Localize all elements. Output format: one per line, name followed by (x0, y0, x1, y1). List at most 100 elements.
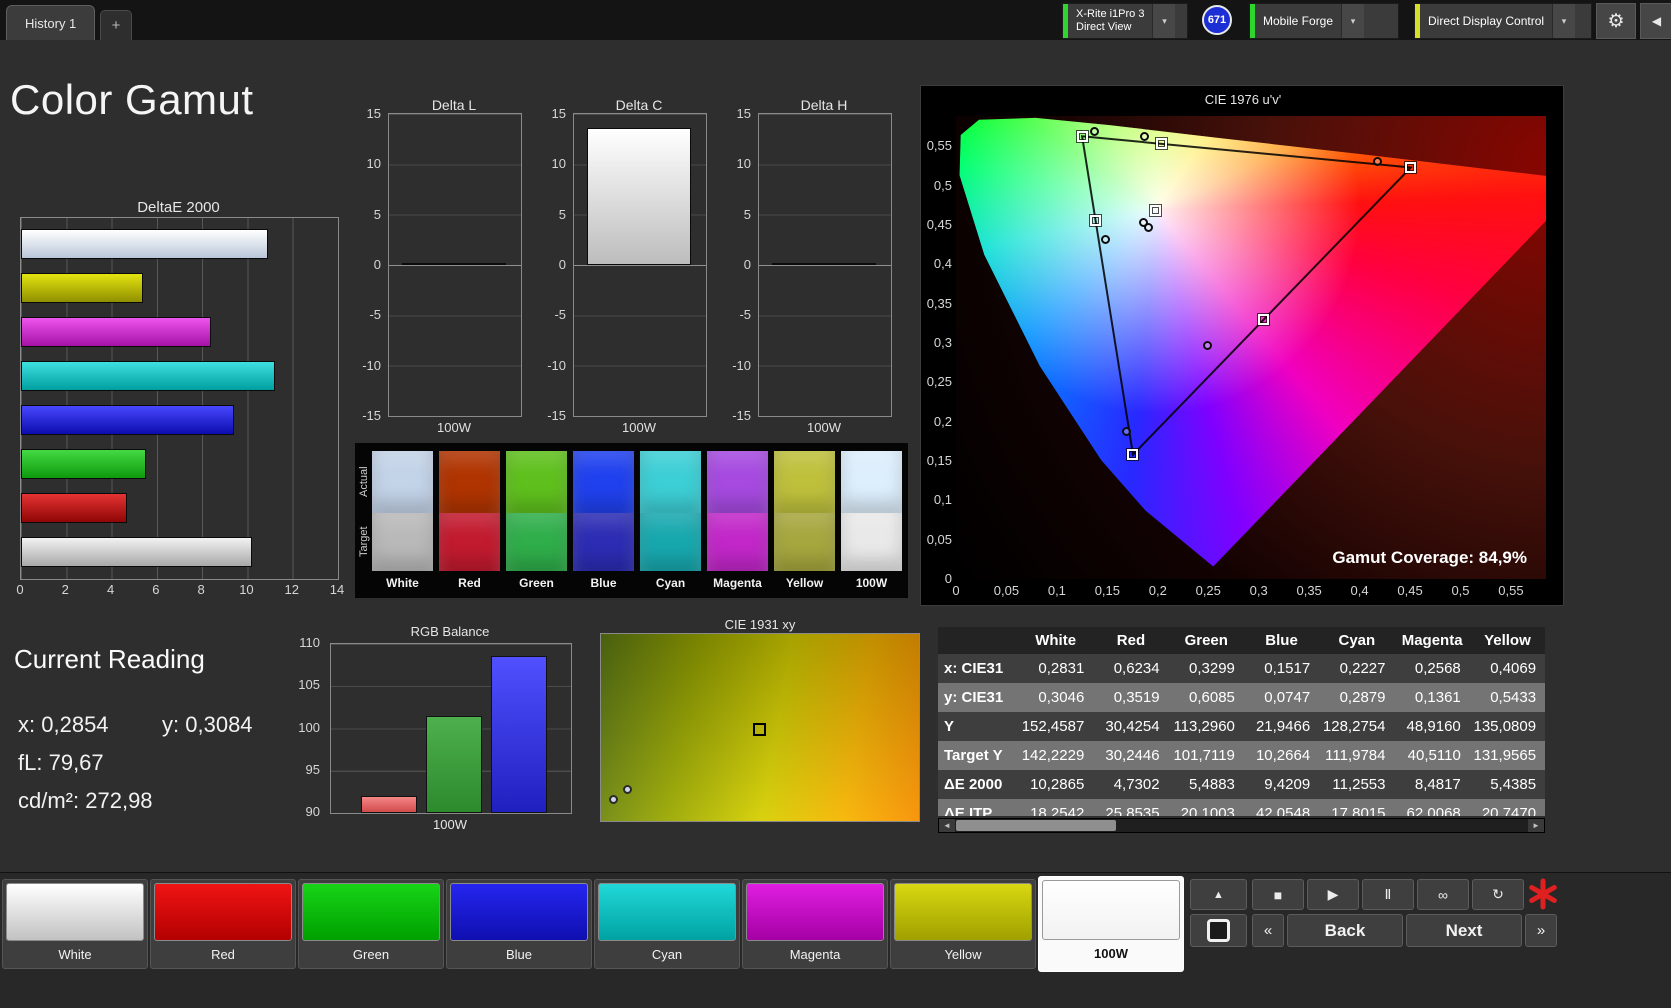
target-swatch-magenta (707, 513, 768, 571)
column-header-blue: Blue (1244, 632, 1319, 649)
y-tick-label: 0,4 (921, 256, 952, 271)
x-tick-label: 12 (272, 582, 312, 597)
pattern-button-red[interactable]: Red (150, 879, 296, 969)
pause-button[interactable]: Ⅱ (1362, 879, 1414, 910)
pattern-bar: WhiteRedGreenBlueCyanMagentaYellow100W ▲… (0, 872, 1671, 1008)
reading-x-label: x: (18, 712, 35, 737)
y-tick-label: 105 (288, 677, 320, 692)
actual-row-label: Actual (357, 451, 371, 513)
y-tick-label: 0 (724, 257, 751, 272)
add-tab-button[interactable]: + (100, 10, 132, 40)
rgb-bar-red (361, 796, 417, 813)
deltae-bar-yellow (21, 273, 143, 303)
deltae-bar-cyan (21, 361, 275, 391)
table-cell: 18,2542 (1018, 805, 1093, 816)
measurement-table: WhiteRedGreenBlueCyanMagentaYellowx: CIE… (938, 627, 1545, 816)
reading-x: x: 0,2854 (18, 712, 109, 738)
y-tick-label: 0,1 (921, 492, 952, 507)
table-scrollbar[interactable]: ◄ ► (938, 818, 1545, 833)
scroll-right-button[interactable]: ► (1528, 819, 1544, 832)
pattern-swatch (6, 883, 144, 941)
pattern-button-blue[interactable]: Blue (446, 879, 592, 969)
pattern-button-yellow[interactable]: Yellow (890, 879, 1036, 969)
table-cell: 40,5110 (1394, 747, 1469, 764)
x-tick-label: 0,25 (1188, 583, 1228, 598)
target-swatch-yellow (774, 513, 835, 571)
delta-c-chart: 151050-5-10-15 (573, 113, 707, 417)
scrollbar-thumb[interactable] (956, 820, 1116, 831)
deltae-bar-magenta (21, 317, 211, 347)
y-tick-label: 15 (354, 106, 381, 121)
table-row: x: CIE310,28310,62340,32990,15170,22270,… (938, 654, 1545, 683)
zero-line (759, 265, 891, 266)
table-cell: 9,4209 (1244, 776, 1319, 793)
play-button[interactable]: ▶ (1307, 879, 1359, 910)
pattern-button-magenta[interactable]: Magenta (742, 879, 888, 969)
gear-icon: ⚙ (1607, 10, 1624, 33)
table-cell: 111,9784 (1319, 747, 1394, 764)
table-cell: 0,2227 (1319, 660, 1394, 677)
swatch-column-yellow: Yellow (774, 451, 835, 590)
swatch-label: Red (439, 576, 500, 590)
target-marker-white (1150, 205, 1161, 216)
table-cell: 8,4817 (1394, 776, 1469, 793)
back-button[interactable]: Back (1287, 914, 1403, 947)
first-page-button[interactable]: « (1252, 914, 1284, 947)
tab-history[interactable]: History 1 (6, 5, 95, 40)
refresh-button[interactable]: ↻ (1472, 879, 1524, 910)
delta-c-x-label: 100W (573, 420, 705, 435)
deltae-bar-green (21, 449, 146, 479)
display-control-dropdown[interactable]: Direct Display Control ▾ (1414, 3, 1592, 39)
cie-1976-markers (956, 116, 1546, 579)
x-tick-label: 0,2 (1138, 583, 1178, 598)
x-tick-label: 4 (91, 582, 131, 597)
delta-h-bar (772, 263, 876, 265)
column-header-magenta: Magenta (1394, 632, 1469, 649)
collapse-panel-button[interactable]: ◀ (1640, 3, 1671, 39)
table-cell: 128,2754 (1319, 718, 1394, 735)
pattern-source-dropdown[interactable]: Mobile Forge ▾ (1249, 3, 1399, 39)
y-tick-label: -15 (539, 408, 566, 423)
swatch-column-white: White (372, 451, 433, 590)
settings-button[interactable]: ⚙ (1596, 3, 1636, 39)
pattern-button-100w[interactable]: 100W (1038, 876, 1184, 972)
plus-icon: + (112, 17, 121, 34)
y-tick-label: 5 (354, 207, 381, 222)
y-tick-label: 0,55 (921, 138, 952, 153)
loop-button[interactable]: ∞ (1417, 879, 1469, 910)
y-tick-label: 0,5 (921, 178, 952, 193)
pattern-swatch (894, 883, 1032, 941)
swatch-label: Blue (573, 576, 634, 590)
meter-mode: Direct View (1076, 21, 1144, 34)
measured-marker-white-2 (1144, 223, 1153, 232)
target-swatch-white (372, 513, 433, 571)
pattern-button-cyan[interactable]: Cyan (594, 879, 740, 969)
table-cell: 5,4883 (1169, 776, 1244, 793)
target-row-label: Target (357, 513, 371, 571)
display-control-label: Direct Display Control (1420, 4, 1552, 38)
x-tick-label: 14 (317, 582, 357, 597)
pattern-button-white[interactable]: White (2, 879, 148, 969)
meter-dropdown[interactable]: X-Rite i1Pro 3 Direct View ▾ (1062, 3, 1188, 39)
expand-patterns-button[interactable]: ▲ (1190, 879, 1247, 910)
target-swatch-red (439, 513, 500, 571)
last-page-button[interactable]: » (1525, 914, 1557, 947)
table-cell: 0,3519 (1093, 689, 1168, 706)
row-label: Target Y (938, 747, 1018, 764)
stop-button[interactable]: ■ (1252, 879, 1304, 910)
transport-controls: ■▶Ⅱ∞↻ (1252, 879, 1524, 910)
swatch-columns: WhiteRedGreenBlueCyanMagentaYellow100W (372, 451, 902, 590)
delta-h-title: Delta H (744, 97, 904, 113)
row-label: ΔE ITP (938, 805, 1018, 816)
table-cell: 113,2960 (1169, 718, 1244, 735)
next-button[interactable]: Next (1406, 914, 1522, 947)
measured-marker-cyan (1101, 235, 1110, 244)
scroll-left-button[interactable]: ◄ (939, 819, 955, 832)
table-cell: 0,6085 (1169, 689, 1244, 706)
pattern-button-green[interactable]: Green (298, 879, 444, 969)
window-pattern-button[interactable] (1190, 914, 1247, 947)
rgb-balance-chart (330, 643, 572, 814)
reading-cdm2-value: 272,98 (85, 788, 152, 813)
table-cell: 10,2664 (1244, 747, 1319, 764)
target-swatch-100w (841, 513, 902, 571)
